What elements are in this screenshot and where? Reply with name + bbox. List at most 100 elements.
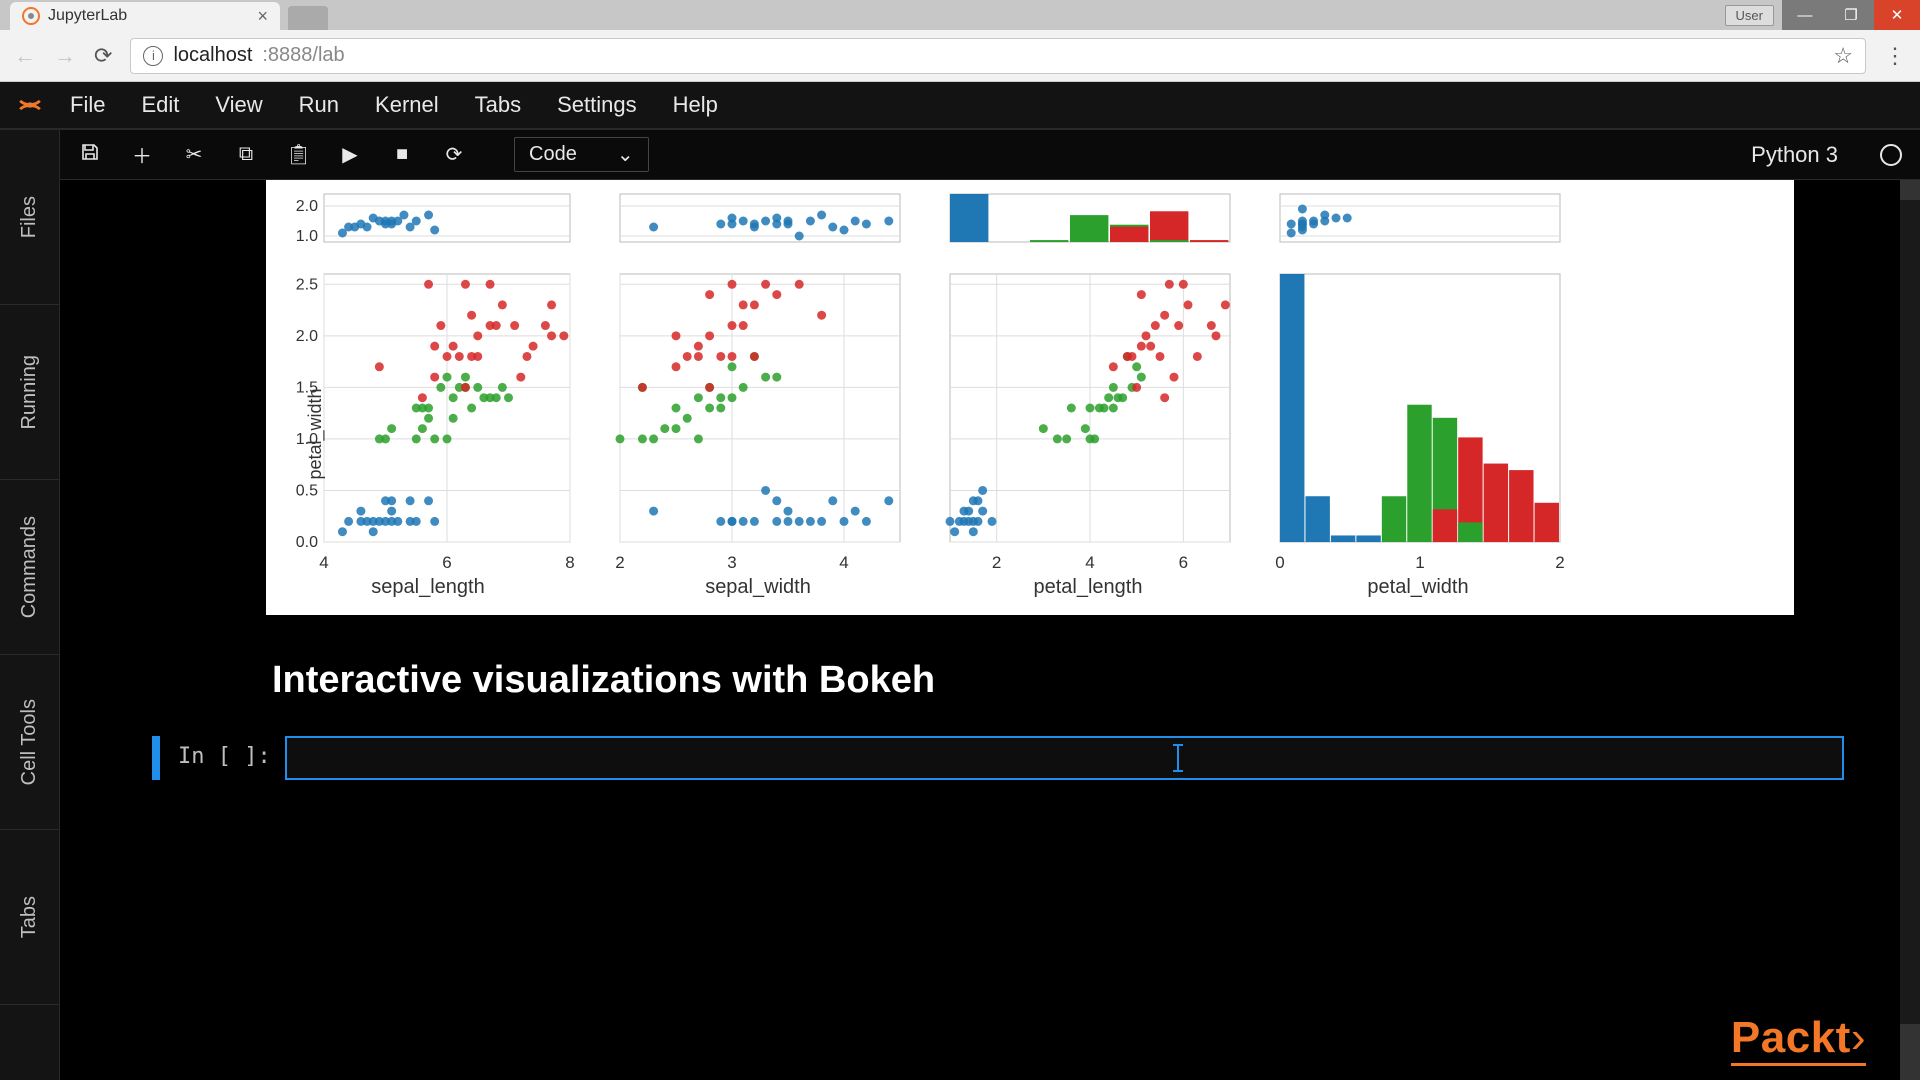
url-path: :8888/lab — [262, 44, 344, 67]
user-badge[interactable]: User — [1725, 5, 1774, 26]
window-titlebar: JupyterLab × User — ❐ ✕ — [0, 0, 1920, 30]
x-axis-label: sepal_length — [278, 576, 578, 599]
scrollbar[interactable] — [1900, 180, 1920, 1080]
x-axis-label: petal_width — [1268, 576, 1568, 599]
svg-text:2: 2 — [615, 553, 624, 572]
svg-text:0: 0 — [1275, 553, 1284, 572]
paste-icon[interactable]: 📋︎ — [286, 142, 310, 167]
sidebar-tab-tabs[interactable]: Tabs — [0, 830, 59, 1005]
menu-help[interactable]: Help — [655, 82, 736, 128]
menu-tabs[interactable]: Tabs — [457, 82, 539, 128]
save-icon[interactable] — [78, 142, 102, 168]
site-info-icon[interactable]: i — [143, 46, 163, 66]
svg-text:2.5: 2.5 — [296, 276, 318, 293]
copy-icon[interactable]: ⧉ — [234, 143, 258, 166]
notebook-panel: ＋ ✂ ⧉ 📋︎ ▶ ■ ⟳ Code ⌄ Python 3 1.0 2.0 pe… — [60, 130, 1920, 1080]
sidebar-tab-cell-tools[interactable]: Cell Tools — [0, 655, 59, 830]
svg-text:2.0: 2.0 — [296, 328, 318, 345]
left-sidebar-tabs: Files Running Commands Cell Tools Tabs — [0, 130, 60, 1080]
menu-kernel[interactable]: Kernel — [357, 82, 457, 128]
y-axis-label: petal_width — [305, 388, 326, 479]
svg-text:6: 6 — [442, 553, 451, 572]
svg-text:0.5: 0.5 — [296, 482, 318, 499]
sidebar-tab-label: Files — [18, 196, 41, 238]
cell-type-value: Code — [529, 143, 577, 166]
chart-svg: 2 4 6 — [938, 268, 1238, 574]
chart-svg — [608, 188, 908, 248]
svg-text:3: 3 — [727, 553, 736, 572]
restart-kernel-icon[interactable]: ⟳ — [442, 142, 466, 167]
browser-toolbar: ← → ⟳ i localhost:8888/lab ☆ ⋮ — [0, 30, 1920, 82]
menu-view[interactable]: View — [197, 82, 280, 128]
jupyter-logo-icon[interactable] — [8, 83, 52, 127]
jupyter-favicon — [22, 7, 40, 25]
pairplot-cell-r0-c3 — [1268, 188, 1568, 248]
address-bar[interactable]: i localhost :8888/lab ☆ — [130, 38, 1866, 74]
menu-settings[interactable]: Settings — [539, 82, 655, 128]
svg-text:4: 4 — [839, 553, 848, 572]
sidebar-tab-label: Commands — [18, 516, 41, 618]
svg-text:1: 1 — [1415, 553, 1424, 572]
jupyterlab-menubar: FileEditViewRunKernelTabsSettingsHelp — [0, 82, 1920, 130]
url-host: localhost — [173, 44, 252, 67]
pairplot-cell-r1-c2: 2 4 6 petal_length — [938, 268, 1238, 599]
cell-prompt: In [ ]: — [178, 736, 285, 780]
x-axis-label: sepal_width — [608, 576, 908, 599]
sidebar-tab-running[interactable]: Running — [0, 305, 59, 480]
menu-run[interactable]: Run — [281, 82, 357, 128]
new-tab-button[interactable] — [288, 6, 328, 30]
bookmark-star-icon[interactable]: ☆ — [1833, 43, 1853, 69]
svg-text:2: 2 — [992, 553, 1001, 572]
chart-svg — [938, 188, 1238, 248]
kernel-status-icon[interactable] — [1880, 144, 1902, 166]
sidebar-tab-files[interactable]: Files — [0, 130, 59, 305]
pairplot-cell-r1-c1: 2 3 4 sepal_width — [608, 268, 908, 599]
sidebar-tab-label: Running — [18, 355, 41, 430]
browser-tab-jupyterlab[interactable]: JupyterLab × — [10, 2, 280, 30]
notebook-scroll[interactable]: 1.02.0 petal_width0.00.51.01.52.02.5468s… — [60, 180, 1920, 1080]
pairplot-cell-r0-c1 — [608, 188, 908, 248]
add-cell-icon[interactable]: ＋ — [130, 140, 154, 169]
minimize-button[interactable]: — — [1782, 0, 1828, 30]
sidebar-tab-label: Tabs — [18, 896, 41, 938]
svg-text:4: 4 — [1085, 553, 1094, 572]
close-window-button[interactable]: ✕ — [1874, 0, 1920, 30]
scroll-thumb[interactable] — [1900, 1024, 1920, 1080]
browser-menu-icon[interactable]: ⋮ — [1884, 43, 1906, 69]
kernel-name[interactable]: Python 3 — [1751, 142, 1838, 168]
chart-svg: 0 1 2 — [1268, 268, 1568, 574]
svg-text:2: 2 — [1555, 553, 1564, 572]
svg-text:4: 4 — [319, 553, 328, 572]
chart-svg — [1268, 188, 1568, 248]
code-input[interactable] — [285, 736, 1844, 780]
notebook-toolbar: ＋ ✂ ⧉ 📋︎ ▶ ■ ⟳ Code ⌄ Python 3 — [60, 130, 1920, 180]
reload-icon[interactable]: ⟳ — [94, 43, 112, 69]
code-cell-empty[interactable]: In [ ]: — [152, 736, 1844, 780]
cut-icon[interactable]: ✂ — [182, 142, 206, 167]
jupyterlab-main: Files Running Commands Cell Tools Tabs ＋ ✂ ⧉… — [0, 130, 1920, 1080]
menu-file[interactable]: File — [52, 82, 123, 128]
stop-icon[interactable]: ■ — [390, 143, 414, 166]
close-tab-icon[interactable]: × — [257, 6, 268, 27]
browser-tab-title: JupyterLab — [48, 7, 127, 25]
scroll-up-icon[interactable] — [1900, 180, 1920, 200]
chevron-down-icon: ⌄ — [617, 142, 634, 167]
text-cursor-icon — [1177, 744, 1179, 772]
cell-type-select[interactable]: Code ⌄ — [514, 137, 649, 172]
window-controls: User — ❐ ✕ — [1725, 0, 1920, 30]
markdown-heading: Interactive visualizations with Bokeh — [272, 659, 1884, 702]
svg-text:1.0: 1.0 — [296, 228, 318, 245]
brand-text: Packt — [1731, 1013, 1851, 1062]
browser-tab-strip: JupyterLab × — [0, 0, 328, 30]
cell-output-pairplot: 1.02.0 petal_width0.00.51.01.52.02.5468s… — [266, 180, 1794, 615]
svg-text:2.0: 2.0 — [296, 198, 318, 215]
sidebar-tab-commands[interactable]: Commands — [0, 480, 59, 655]
pairplot-cell-r1-c0: petal_width0.00.51.01.52.02.5468sepal_le… — [278, 268, 578, 599]
packt-logo: Packt› — [1731, 1013, 1866, 1066]
maximize-button[interactable]: ❐ — [1828, 0, 1874, 30]
run-icon[interactable]: ▶ — [338, 142, 362, 167]
svg-text:6: 6 — [1179, 553, 1188, 572]
cell-gutter — [152, 736, 160, 780]
menu-edit[interactable]: Edit — [123, 82, 197, 128]
x-axis-label: petal_length — [938, 576, 1238, 599]
